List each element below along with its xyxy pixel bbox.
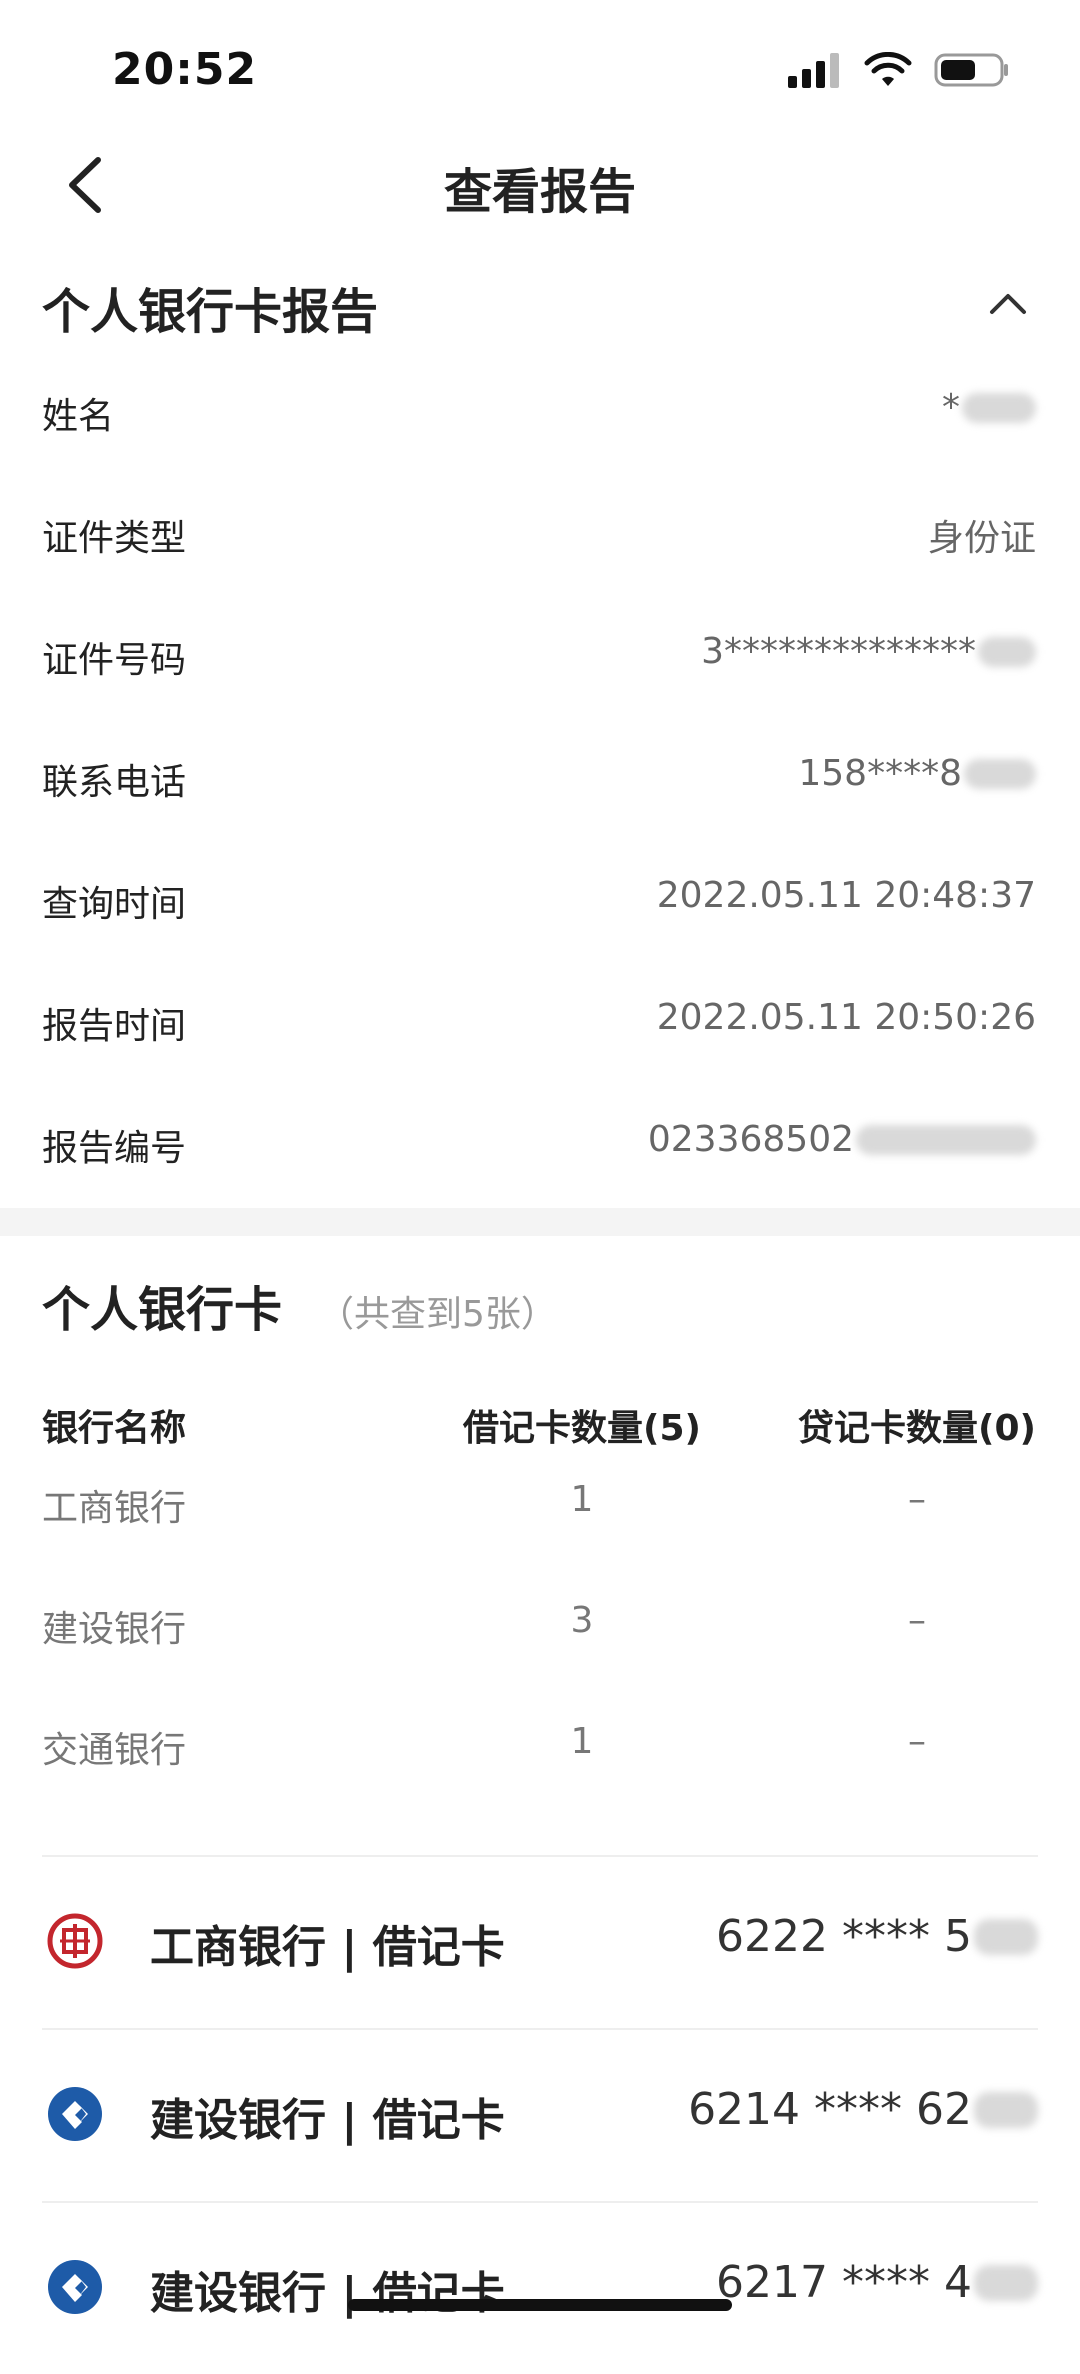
cell-debit-count: 3: [570, 1600, 594, 1641]
card-bank-name: 工商银行 | 借记卡: [150, 1922, 505, 1973]
info-label: 报告编号: [42, 1128, 187, 1169]
info-value: 3**************: [701, 631, 1036, 672]
bank-summary-table: 银行名称 借记卡数量(5) 贷记卡数量(0) 工商银行 1 – 建设银行 3 –…: [42, 1385, 1038, 1828]
report-section-header[interactable]: 个人银行卡报告: [42, 262, 1038, 342]
info-row-id-number: 证件号码 3**************: [42, 601, 1036, 723]
info-value: *: [942, 387, 1036, 428]
home-indicator[interactable]: [348, 2299, 732, 2311]
cell-bank-name: 交通银行: [42, 1730, 187, 1771]
header-credit-count: 贷记卡数量(0): [798, 1408, 1036, 1449]
report-section-title: 个人银行卡报告: [42, 284, 379, 340]
card-bank-name: 建设银行 | 借记卡: [150, 2095, 505, 2146]
cards-count: （共查到5张）: [318, 1294, 557, 1335]
ccb-logo-icon: [48, 2260, 102, 2314]
cell-credit-count: –: [908, 1600, 926, 1641]
info-label: 联系电话: [42, 762, 187, 803]
page-title: 查看报告: [443, 164, 636, 220]
info-row-report-time: 报告时间 2022.05.11 20:50:26: [42, 967, 1036, 1089]
signal-icon: [788, 53, 839, 88]
wifi-icon: [864, 52, 912, 86]
card-bank-name: 建设银行 | 借记卡: [150, 2268, 505, 2319]
cell-bank-name: 建设银行: [42, 1609, 187, 1650]
info-value: 2022.05.11 20:50:26: [656, 997, 1036, 1038]
status-bar: 20:52: [0, 0, 1080, 130]
card-list: 工商银行 | 借记卡 6222 **** 5 建设银行 | 借记卡 6214 *…: [42, 1855, 1038, 2374]
cell-debit-count: 1: [570, 1479, 594, 1520]
status-icons: [786, 50, 1010, 90]
icbc-logo-icon: [47, 1913, 103, 1969]
info-row-report-number: 报告编号 023368502: [42, 1089, 1036, 1211]
header-debit-count: 借记卡数量(5): [463, 1408, 701, 1449]
table-row: 工商银行 1 –: [42, 1465, 1038, 1586]
card-number: 6214 **** 62: [688, 2084, 1038, 2135]
info-label: 证件类型: [42, 518, 187, 559]
card-item[interactable]: 建设银行 | 借记卡 6214 **** 62: [42, 2028, 1038, 2201]
info-value: 身份证: [927, 518, 1036, 559]
report-info-list: 姓名 * 证件类型 身份证 证件号码 3************** 联系电话 …: [42, 357, 1036, 1211]
table-row: 建设银行 3 –: [42, 1586, 1038, 1707]
info-row-phone: 联系电话 158****8: [42, 723, 1036, 845]
info-label: 证件号码: [42, 640, 187, 681]
status-time: 20:52: [112, 44, 258, 95]
info-value: 023368502: [648, 1119, 1036, 1160]
card-number: 6217 **** 4: [716, 2257, 1038, 2308]
ccb-logo-icon: [48, 2087, 102, 2141]
info-value: 2022.05.11 20:48:37: [656, 875, 1036, 916]
cell-bank-name: 工商银行: [42, 1488, 187, 1529]
cell-credit-count: –: [908, 1479, 926, 1520]
chevron-up-icon[interactable]: [988, 288, 1028, 318]
table-header: 银行名称 借记卡数量(5) 贷记卡数量(0): [42, 1385, 1038, 1465]
cards-section-header: 个人银行卡 （共查到5张）: [42, 1270, 1038, 1340]
cards-section-title: 个人银行卡: [42, 1282, 283, 1338]
header-bank-name: 银行名称: [42, 1408, 187, 1449]
battery-icon: [934, 53, 1008, 87]
table-row: 交通银行 1 –: [42, 1707, 1038, 1828]
card-item[interactable]: 工商银行 | 借记卡 6222 **** 5: [42, 1855, 1038, 2028]
cell-credit-count: –: [908, 1721, 926, 1762]
info-label: 报告时间: [42, 1006, 187, 1047]
card-number: 6222 **** 5: [716, 1911, 1038, 1962]
info-row-query-time: 查询时间 2022.05.11 20:48:37: [42, 845, 1036, 967]
info-row-id-type: 证件类型 身份证: [42, 479, 1036, 601]
section-divider: [0, 1208, 1080, 1236]
info-label: 姓名: [42, 396, 115, 437]
info-value: 158****8: [798, 753, 1036, 794]
info-label: 查询时间: [42, 884, 187, 925]
cell-debit-count: 1: [570, 1721, 594, 1762]
card-item[interactable]: 建设银行 | 借记卡 6217 **** 4: [42, 2201, 1038, 2374]
nav-bar: 查看报告: [0, 130, 1080, 240]
info-row-name: 姓名 *: [42, 357, 1036, 479]
